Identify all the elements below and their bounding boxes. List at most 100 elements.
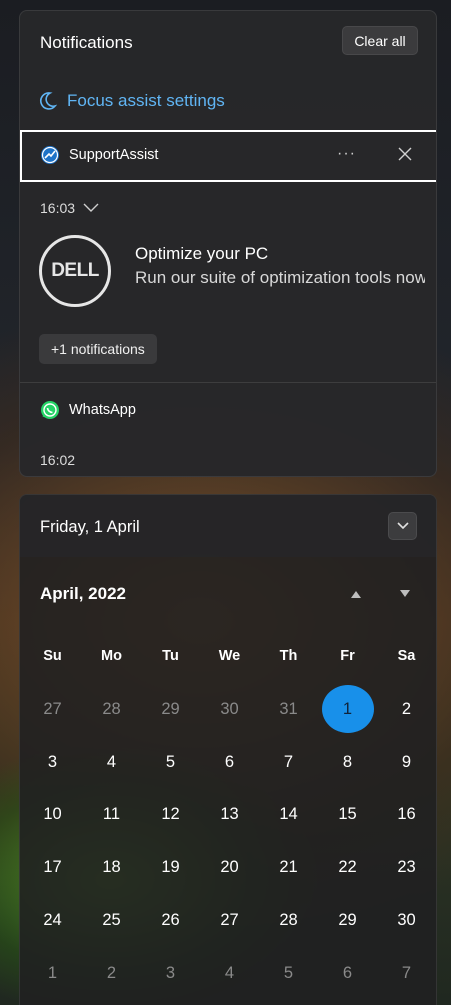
- calendar-day[interactable]: 24: [23, 894, 82, 947]
- calendar-day-number: 16: [397, 805, 416, 824]
- calendar-day[interactable]: 5: [259, 947, 318, 1000]
- calendar-day-number: 22: [338, 858, 357, 877]
- calendar-day-number: 20: [220, 858, 239, 877]
- expand-calendar-button[interactable]: [388, 512, 417, 540]
- calendar-day-number: 4: [106, 752, 117, 771]
- calendar-header: Friday, 1 April: [20, 495, 436, 557]
- calendar-day[interactable]: 4: [200, 947, 259, 1000]
- calendar-day-number: 10: [43, 805, 62, 824]
- weekday-header: Th: [279, 648, 298, 664]
- calendar-day[interactable]: 8: [318, 736, 377, 789]
- calendar-day[interactable]: 7: [259, 736, 318, 789]
- clear-all-button[interactable]: Clear all: [342, 26, 418, 55]
- calendar-day[interactable]: 17: [23, 841, 82, 894]
- calendar-day[interactable]: 3: [23, 736, 82, 789]
- calendar-day[interactable]: 30: [377, 894, 436, 947]
- calendar-day[interactable]: 7: [377, 947, 436, 1000]
- calendar-day-number: 1: [47, 963, 58, 982]
- whatsapp-app-name: WhatsApp: [69, 402, 136, 418]
- more-notifications-button[interactable]: +1 notifications: [39, 334, 157, 364]
- calendar-day[interactable]: 2: [82, 947, 141, 1000]
- whatsapp-group-header[interactable]: WhatsApp: [40, 400, 136, 420]
- calendar-day-number: 24: [43, 911, 62, 930]
- next-month-button[interactable]: [399, 586, 411, 604]
- calendar-day-number: 15: [338, 805, 357, 824]
- calendar-day-number: 2: [106, 963, 117, 982]
- calendar-day-number: 7: [401, 963, 412, 982]
- supportassist-icon: [41, 146, 59, 164]
- calendar-day-number: 17: [43, 858, 62, 877]
- calendar-day-number: 12: [161, 805, 180, 824]
- calendar-day-number: 7: [283, 752, 294, 771]
- caret-up-icon: [351, 591, 361, 598]
- calendar-day[interactable]: 11: [82, 789, 141, 842]
- toast-body[interactable]: Run our suite of optimization tools now: [135, 268, 425, 288]
- calendar-day-number: 30: [220, 699, 239, 718]
- calendar-day[interactable]: 19: [141, 841, 200, 894]
- supportassist-app-name: SupportAssist: [69, 147, 159, 163]
- notification-center: Notifications Clear all Focus assist set…: [19, 10, 437, 477]
- calendar-day[interactable]: 4: [82, 736, 141, 789]
- calendar-day[interactable]: 22: [318, 841, 377, 894]
- calendar-day-number: 5: [283, 963, 294, 982]
- calendar-day[interactable]: 31: [259, 683, 318, 736]
- calendar-day[interactable]: 10: [23, 789, 82, 842]
- calendar-day[interactable]: 27: [200, 894, 259, 947]
- calendar-day-number: 5: [165, 752, 176, 771]
- more-options-icon[interactable]: ···: [337, 145, 356, 163]
- calendar-day[interactable]: 28: [82, 683, 141, 736]
- month-label[interactable]: April, 2022: [40, 584, 126, 604]
- weekday-header: Sa: [397, 648, 416, 664]
- calendar-day-number: 4: [224, 963, 235, 982]
- calendar-day[interactable]: 20: [200, 841, 259, 894]
- supportassist-group-header[interactable]: SupportAssist ···: [20, 130, 436, 182]
- calendar-day-number: 26: [161, 911, 180, 930]
- calendar-day[interactable]: 1: [23, 947, 82, 1000]
- calendar-day-number: 9: [401, 752, 412, 771]
- whatsapp-time: 16:02: [40, 452, 76, 468]
- calendar-day-number: 29: [338, 911, 357, 930]
- calendar-day[interactable]: 23: [377, 841, 436, 894]
- calendar-day[interactable]: 15: [318, 789, 377, 842]
- calendar-day[interactable]: 12: [141, 789, 200, 842]
- calendar-day[interactable]: 27: [23, 683, 82, 736]
- calendar-day[interactable]: 14: [259, 789, 318, 842]
- calendar-day[interactable]: 29: [318, 894, 377, 947]
- close-icon[interactable]: [394, 143, 416, 165]
- calendar-day[interactable]: 2: [377, 683, 436, 736]
- weekday-header: Fr: [340, 648, 355, 664]
- calendar-day-number: 23: [397, 858, 416, 877]
- caret-down-icon: [400, 590, 410, 597]
- calendar-day-number: 3: [47, 752, 58, 771]
- calendar-day[interactable]: 30: [200, 683, 259, 736]
- focus-assist-link[interactable]: Focus assist settings: [39, 91, 225, 111]
- calendar-day[interactable]: 16: [377, 789, 436, 842]
- calendar-day[interactable]: 3: [141, 947, 200, 1000]
- divider: [20, 382, 436, 383]
- previous-month-button[interactable]: [350, 586, 362, 604]
- calendar-day-today[interactable]: 1: [318, 683, 377, 736]
- calendar-day-number: 6: [342, 963, 353, 982]
- current-date: Friday, 1 April: [40, 518, 140, 536]
- calendar-day[interactable]: 26: [141, 894, 200, 947]
- calendar-day-number: 14: [279, 805, 298, 824]
- weekday-header-row: Su Mo Tu We Th Fr Sa: [23, 635, 435, 688]
- supportassist-time[interactable]: 16:03: [40, 200, 99, 216]
- calendar-day[interactable]: 21: [259, 841, 318, 894]
- moon-icon: [40, 92, 57, 110]
- calendar-day-number: 1: [321, 685, 374, 734]
- calendar-day[interactable]: 9: [377, 736, 436, 789]
- calendar-day[interactable]: 29: [141, 683, 200, 736]
- calendar-day-number: 19: [161, 858, 180, 877]
- calendar-day[interactable]: 28: [259, 894, 318, 947]
- calendar-day[interactable]: 18: [82, 841, 141, 894]
- calendar-panel: Friday, 1 April April, 2022 Su Mo Tu We Th Fr…: [19, 494, 437, 1005]
- calendar-day[interactable]: 6: [200, 736, 259, 789]
- calendar-day-number: 21: [279, 858, 298, 877]
- calendar-day[interactable]: 13: [200, 789, 259, 842]
- toast-title[interactable]: Optimize your PC: [135, 244, 268, 264]
- calendar-day-number: 29: [161, 699, 180, 718]
- calendar-day[interactable]: 5: [141, 736, 200, 789]
- calendar-day[interactable]: 6: [318, 947, 377, 1000]
- calendar-day[interactable]: 25: [82, 894, 141, 947]
